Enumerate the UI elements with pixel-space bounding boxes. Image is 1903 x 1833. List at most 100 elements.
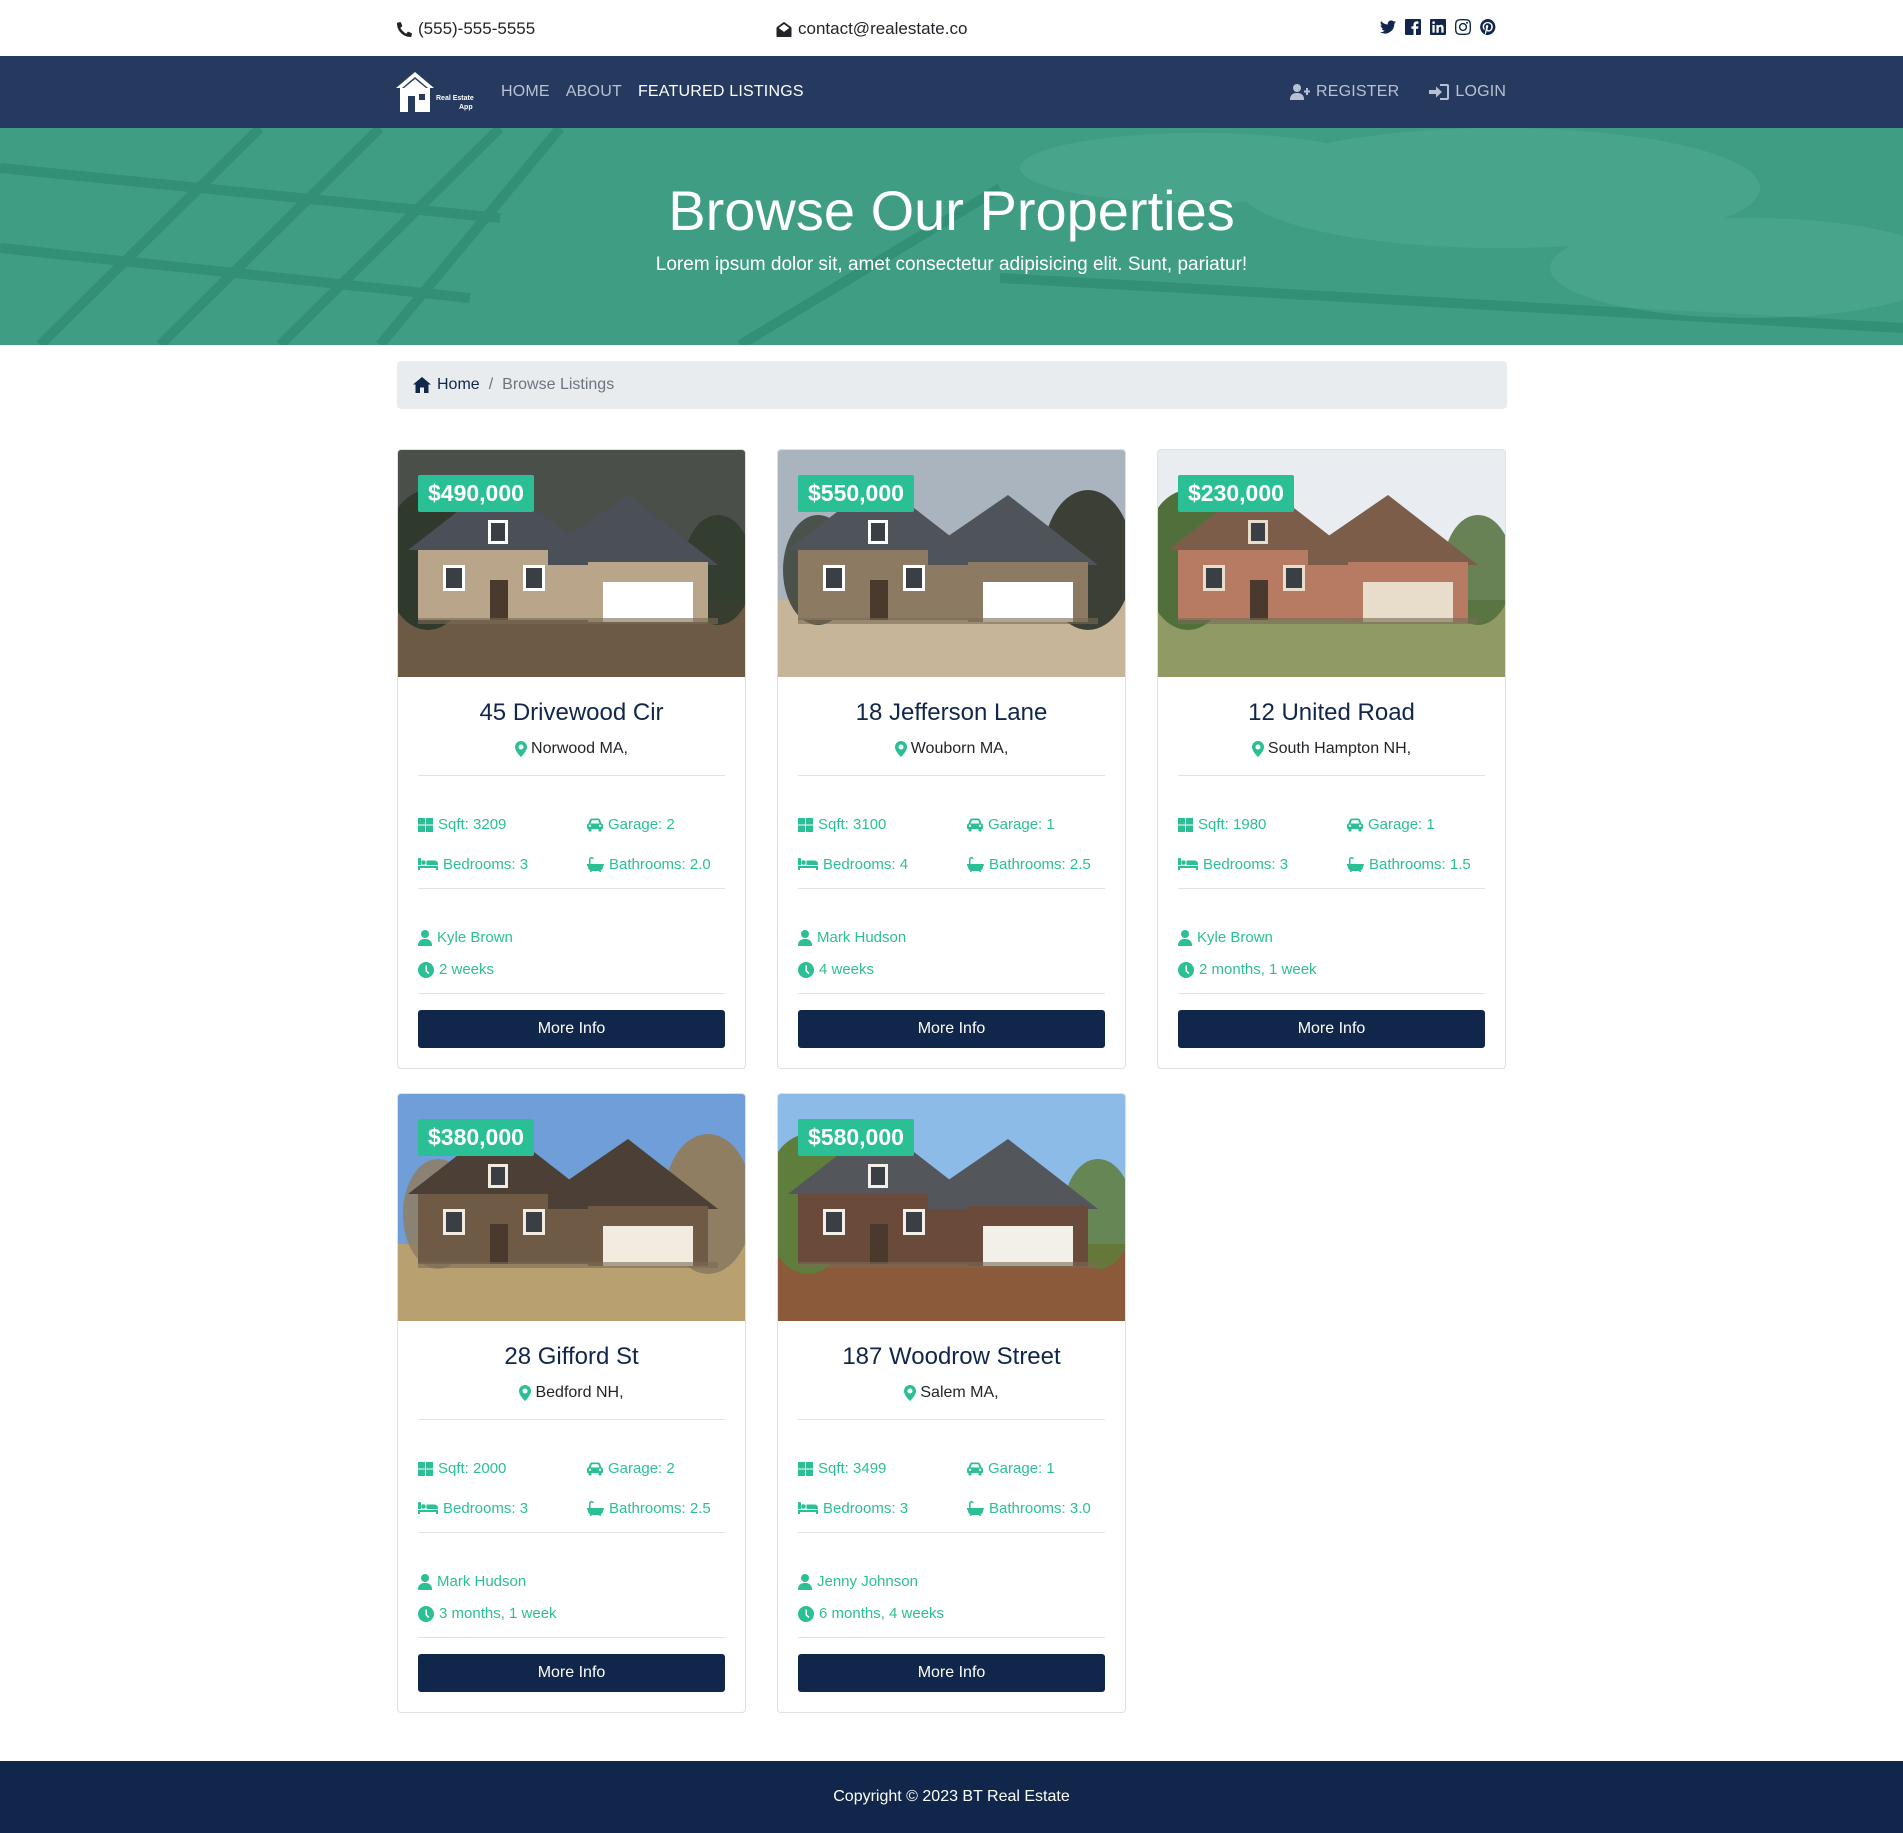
- user-plus-icon: [1290, 84, 1310, 100]
- listing-title: 28 Gifford St: [504, 1343, 639, 1370]
- divider: [418, 888, 725, 889]
- divider: [798, 888, 1105, 889]
- price-badge: $580,000: [798, 1119, 914, 1156]
- clock-icon: [798, 961, 814, 978]
- bedrooms-text: Bedrooms: 3: [443, 1500, 529, 1517]
- nav-featured-listings-link[interactable]: FEATURED LISTINGS: [638, 83, 804, 101]
- bedrooms-info: Bedrooms: 3: [798, 1500, 908, 1517]
- bathrooms-info: Bathrooms: 2.0: [587, 856, 711, 873]
- bedrooms-info: Bedrooms: 3: [418, 1500, 528, 1517]
- bathrooms-info: Bathrooms: 2.5: [587, 1500, 711, 1517]
- bed-icon: [798, 858, 818, 870]
- divider: [798, 1532, 1105, 1533]
- sqft-info: Sqft: 1980: [1178, 816, 1266, 833]
- more-info-button[interactable]: More Info: [418, 1654, 725, 1692]
- sqft-text: Sqft: 3499: [818, 1460, 887, 1477]
- pinterest-icon[interactable]: [1480, 19, 1496, 35]
- register-link[interactable]: REGISTER: [1290, 83, 1399, 101]
- user-icon: [418, 929, 432, 946]
- brand-logo[interactable]: Real Estate App: [396, 70, 478, 114]
- garage-info: Garage: 1: [967, 816, 1055, 833]
- facebook-icon[interactable]: [1405, 19, 1421, 35]
- bath-icon: [967, 1501, 984, 1516]
- realtor-name: Mark Hudson: [817, 929, 907, 946]
- listing-title: 45 Drivewood Cir: [479, 699, 664, 726]
- location-text: South Hampton NH,: [1267, 740, 1412, 757]
- more-info-button[interactable]: More Info: [418, 1010, 725, 1048]
- more-info-button[interactable]: More Info: [1178, 1010, 1485, 1048]
- more-info-button[interactable]: More Info: [798, 1654, 1105, 1692]
- price-badge: $490,000: [418, 475, 534, 512]
- bathrooms-info: Bathrooms: 1.5: [1347, 856, 1471, 873]
- listing-card: $230,000 12 United Road South Hampton NH…: [1157, 449, 1506, 1069]
- nav-home-link[interactable]: HOME: [501, 83, 550, 101]
- car-icon: [967, 818, 983, 831]
- twitter-icon[interactable]: [1380, 19, 1396, 35]
- garage-text: Garage: 1: [1368, 816, 1435, 833]
- clock-icon: [1178, 961, 1194, 978]
- top-info-bar: (555)-555-5555 contact@realestate.co: [0, 0, 1903, 56]
- bedrooms-text: Bedrooms: 4: [823, 856, 909, 873]
- map-marker-icon: [519, 1385, 532, 1401]
- map-marker-icon: [515, 741, 528, 757]
- th-large-icon: [1178, 817, 1193, 832]
- user-icon: [1178, 929, 1192, 946]
- more-info-button[interactable]: More Info: [798, 1010, 1105, 1048]
- garage-text: Garage: 1: [988, 816, 1055, 833]
- sign-in-icon: [1429, 84, 1450, 100]
- bathrooms-text: Bathrooms: 2.5: [989, 856, 1091, 873]
- divider: [1178, 993, 1485, 994]
- clock-icon: [798, 1605, 814, 1622]
- login-link[interactable]: LOGIN: [1429, 83, 1506, 101]
- location-text: Wouborn MA,: [910, 740, 1009, 757]
- divider: [418, 775, 725, 776]
- realtor-info: Kyle Brown: [1178, 929, 1273, 946]
- bedrooms-text: Bedrooms: 3: [1203, 856, 1289, 873]
- realtor-name: Kyle Brown: [437, 929, 513, 946]
- bath-icon: [587, 857, 604, 872]
- breadcrumb-home-label: Home: [437, 376, 480, 393]
- listed-date-info: 6 months, 4 weeks: [798, 1605, 944, 1622]
- sqft-info: Sqft: 3499: [798, 1460, 886, 1477]
- realtor-name: Mark Hudson: [437, 1573, 527, 1590]
- main-navbar: Real Estate App HOME ABOUT FEATURED LIST…: [0, 56, 1903, 128]
- auth-links: REGISTER LOGIN: [1290, 83, 1506, 101]
- divider: [798, 1419, 1105, 1420]
- garage-text: Garage: 2: [608, 1460, 675, 1477]
- realtor-info: Mark Hudson: [798, 929, 906, 946]
- listing-location: South Hampton NH,: [1158, 740, 1505, 758]
- car-icon: [967, 1462, 983, 1475]
- listing-title: 12 United Road: [1248, 699, 1415, 726]
- brand-text-line1: Real Estate: [436, 95, 474, 102]
- sqft-info: Sqft: 2000: [418, 1460, 506, 1477]
- brand-text-line2: App: [459, 104, 473, 111]
- divider: [1178, 888, 1485, 889]
- hero-banner: Browse Our Properties Lorem ipsum dolor …: [0, 128, 1903, 345]
- bedrooms-text: Bedrooms: 3: [823, 1500, 909, 1517]
- nav-about-link[interactable]: ABOUT: [566, 83, 622, 101]
- garage-info: Garage: 2: [587, 1460, 675, 1477]
- listing-card: $580,000 187 Woodrow Street Salem MA, Sq…: [777, 1093, 1126, 1713]
- instagram-icon[interactable]: [1455, 19, 1471, 35]
- divider: [798, 1637, 1105, 1638]
- divider: [1178, 775, 1485, 776]
- listing-location: Bedford NH,: [398, 1384, 745, 1402]
- linkedin-icon[interactable]: [1430, 19, 1446, 35]
- home-icon: [413, 377, 431, 393]
- realtor-name: Jenny Johnson: [817, 1573, 918, 1590]
- breadcrumb-home-link[interactable]: Home: [413, 376, 480, 394]
- bathrooms-text: Bathrooms: 1.5: [1369, 856, 1471, 873]
- bed-icon: [1178, 858, 1198, 870]
- listed-ago-text: 3 months, 1 week: [439, 1605, 557, 1622]
- price-badge: $550,000: [798, 475, 914, 512]
- footer: Copyright © 2023 BT Real Estate: [0, 1761, 1903, 1833]
- hero-subtitle: Lorem ipsum dolor sit, amet consectetur …: [655, 254, 1248, 275]
- garage-text: Garage: 2: [608, 816, 675, 833]
- bedrooms-info: Bedrooms: 4: [798, 856, 908, 873]
- user-icon: [798, 929, 812, 946]
- clock-icon: [418, 961, 434, 978]
- listed-date-info: 3 months, 1 week: [418, 1605, 557, 1622]
- listing-title: 187 Woodrow Street: [842, 1343, 1061, 1370]
- bedrooms-info: Bedrooms: 3: [418, 856, 528, 873]
- nav-links: HOME ABOUT FEATURED LISTINGS: [501, 83, 804, 101]
